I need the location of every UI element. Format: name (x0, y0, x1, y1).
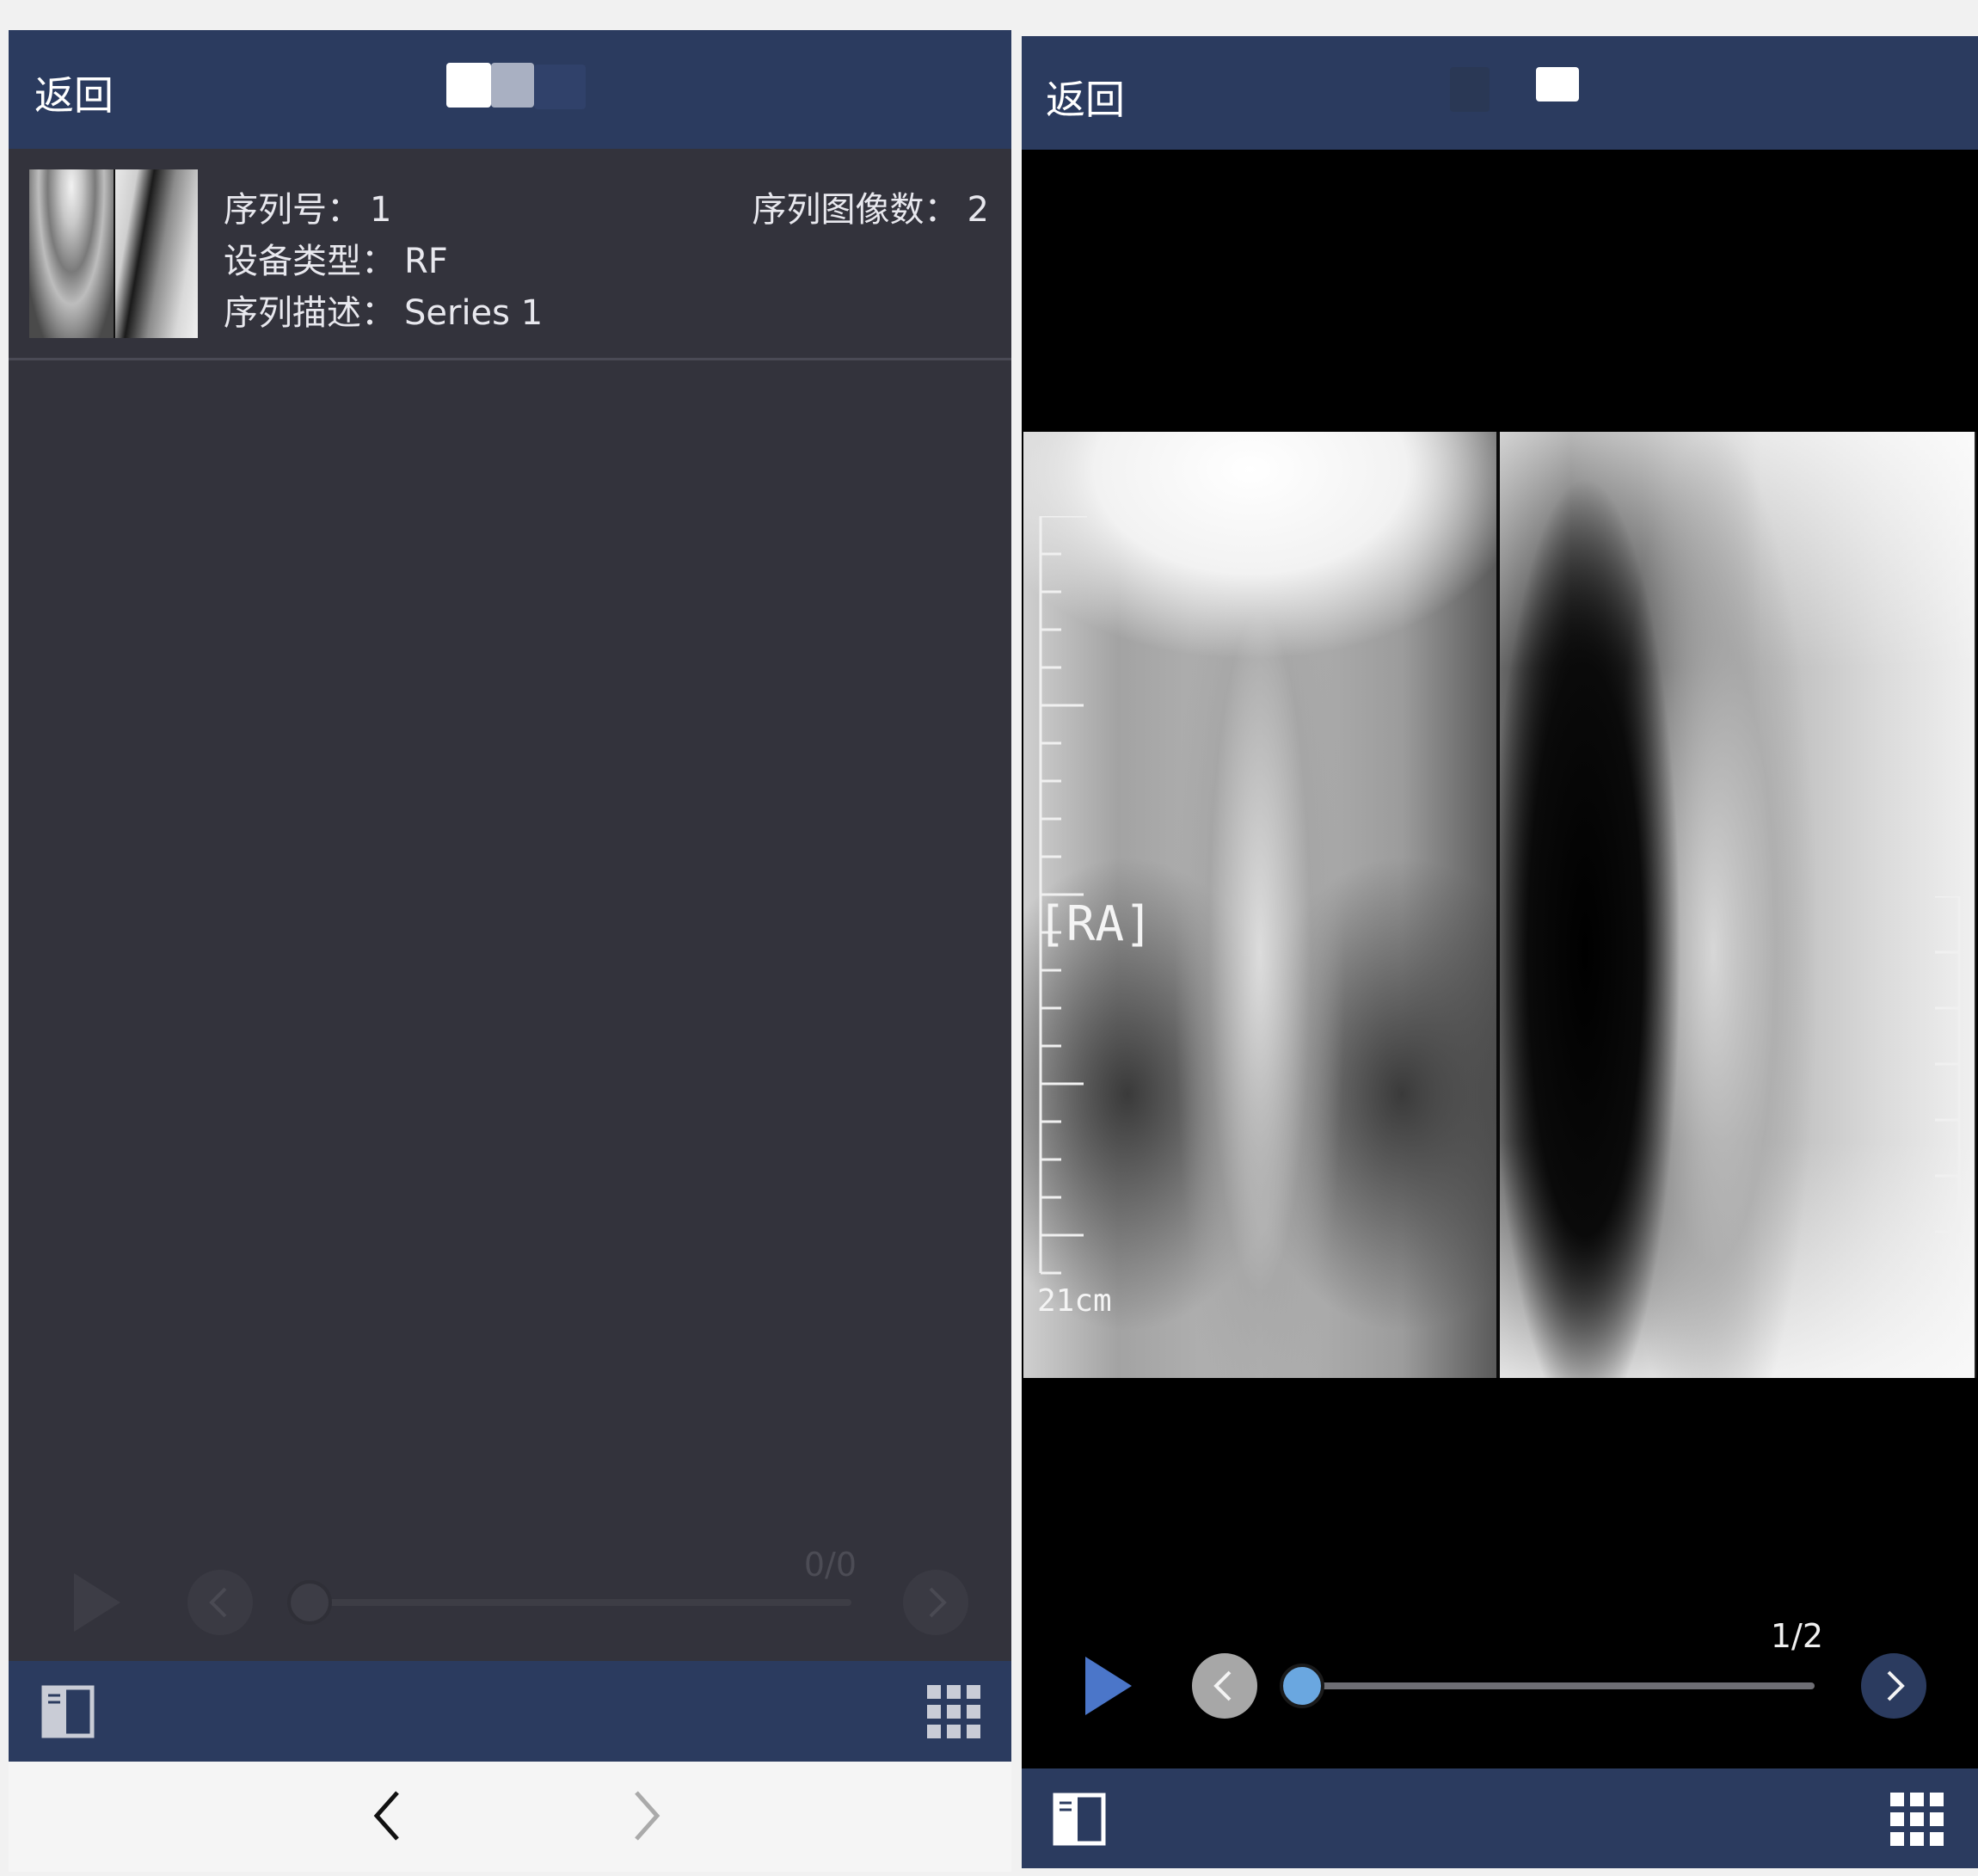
series-thumbnail[interactable] (29, 169, 198, 338)
series-number-label: 序列号： (224, 190, 361, 230)
ruler-length-label: 21cm (1037, 1283, 1112, 1319)
series-modality-value: RF (404, 242, 448, 281)
browser-nav-bar (9, 1762, 1011, 1872)
prev-image-button[interactable] (187, 1570, 253, 1635)
redacted-title (446, 63, 491, 108)
play-icon[interactable] (74, 1573, 120, 1632)
progress-knob[interactable] (287, 1580, 332, 1625)
back-button[interactable]: 返回 (1046, 69, 1125, 126)
series-panel-icon[interactable] (41, 1685, 95, 1738)
left-screen: 返回 序列号： 1 序列图像数： 2 设备类型： RF 序列描述： Series 1 (0, 0, 1013, 1876)
back-button[interactable]: 返回 (34, 65, 114, 121)
xray-image[interactable]: [RA] 21cm (1023, 432, 1976, 1378)
image-viewer[interactable]: [RA] 21cm 1/2 (1022, 150, 1978, 1768)
browser-forward-icon[interactable] (624, 1786, 667, 1846)
progress-track[interactable] (301, 1599, 851, 1606)
series-description: 序列描述： Series 1 (224, 285, 543, 335)
orientation-marker: [RA] (1037, 896, 1153, 952)
next-image-button[interactable] (903, 1570, 968, 1635)
redacted-title-part (1536, 67, 1579, 101)
series-image-count-label: 序列图像数： (752, 190, 959, 230)
series-modality: 设备类型： RF (224, 233, 448, 283)
redacted-title-part (534, 65, 586, 109)
series-description-value: Series 1 (404, 293, 544, 333)
image-counter: 1/2 (1770, 1617, 1823, 1655)
progress-track[interactable] (1300, 1682, 1815, 1689)
redacted-title-part (491, 63, 534, 108)
series-image-count-value: 2 (967, 190, 989, 230)
chevron-right-icon (1887, 1670, 1905, 1701)
series-panel-icon[interactable] (1053, 1793, 1106, 1846)
grid-icon[interactable] (927, 1685, 980, 1738)
next-image-button[interactable] (1861, 1653, 1926, 1719)
series-number: 序列号： 1 (224, 181, 391, 231)
redacted-title (1450, 67, 1490, 112)
progress-knob[interactable] (1280, 1664, 1324, 1708)
series-list: 序列号： 1 序列图像数： 2 设备类型： RF 序列描述： Series 1 0/0 (9, 149, 1011, 1661)
grid-icon[interactable] (1890, 1793, 1944, 1846)
series-modality-label: 设备类型： (224, 242, 396, 281)
player-controls: 0/0 (9, 1546, 1011, 1654)
top-header: 返回 (9, 30, 1011, 149)
player-controls: 1/2 (1022, 1617, 1978, 1746)
chevron-left-icon (1213, 1670, 1232, 1701)
xray-lateral-view (1500, 432, 1975, 1378)
bottom-toolbar (9, 1661, 1011, 1762)
series-image-count: 序列图像数： 2 (752, 181, 989, 231)
series-number-value: 1 (370, 190, 392, 230)
right-screen: 返回 [RA] 21cm 1/2 (1022, 0, 1978, 1876)
top-header: 返回 (1022, 36, 1978, 150)
image-counter: 0/0 (803, 1546, 857, 1584)
chevron-left-icon (209, 1587, 227, 1618)
series-item[interactable]: 序列号： 1 序列图像数： 2 设备类型： RF 序列描述： Series 1 (9, 149, 1011, 360)
lateral-ruler (1935, 896, 1961, 1233)
chevron-right-icon (929, 1587, 947, 1618)
prev-image-button[interactable] (1192, 1653, 1257, 1719)
browser-back-icon[interactable] (366, 1786, 409, 1846)
series-description-label: 序列描述： (224, 293, 396, 333)
play-icon[interactable] (1085, 1657, 1132, 1715)
bottom-toolbar (1022, 1768, 1978, 1868)
